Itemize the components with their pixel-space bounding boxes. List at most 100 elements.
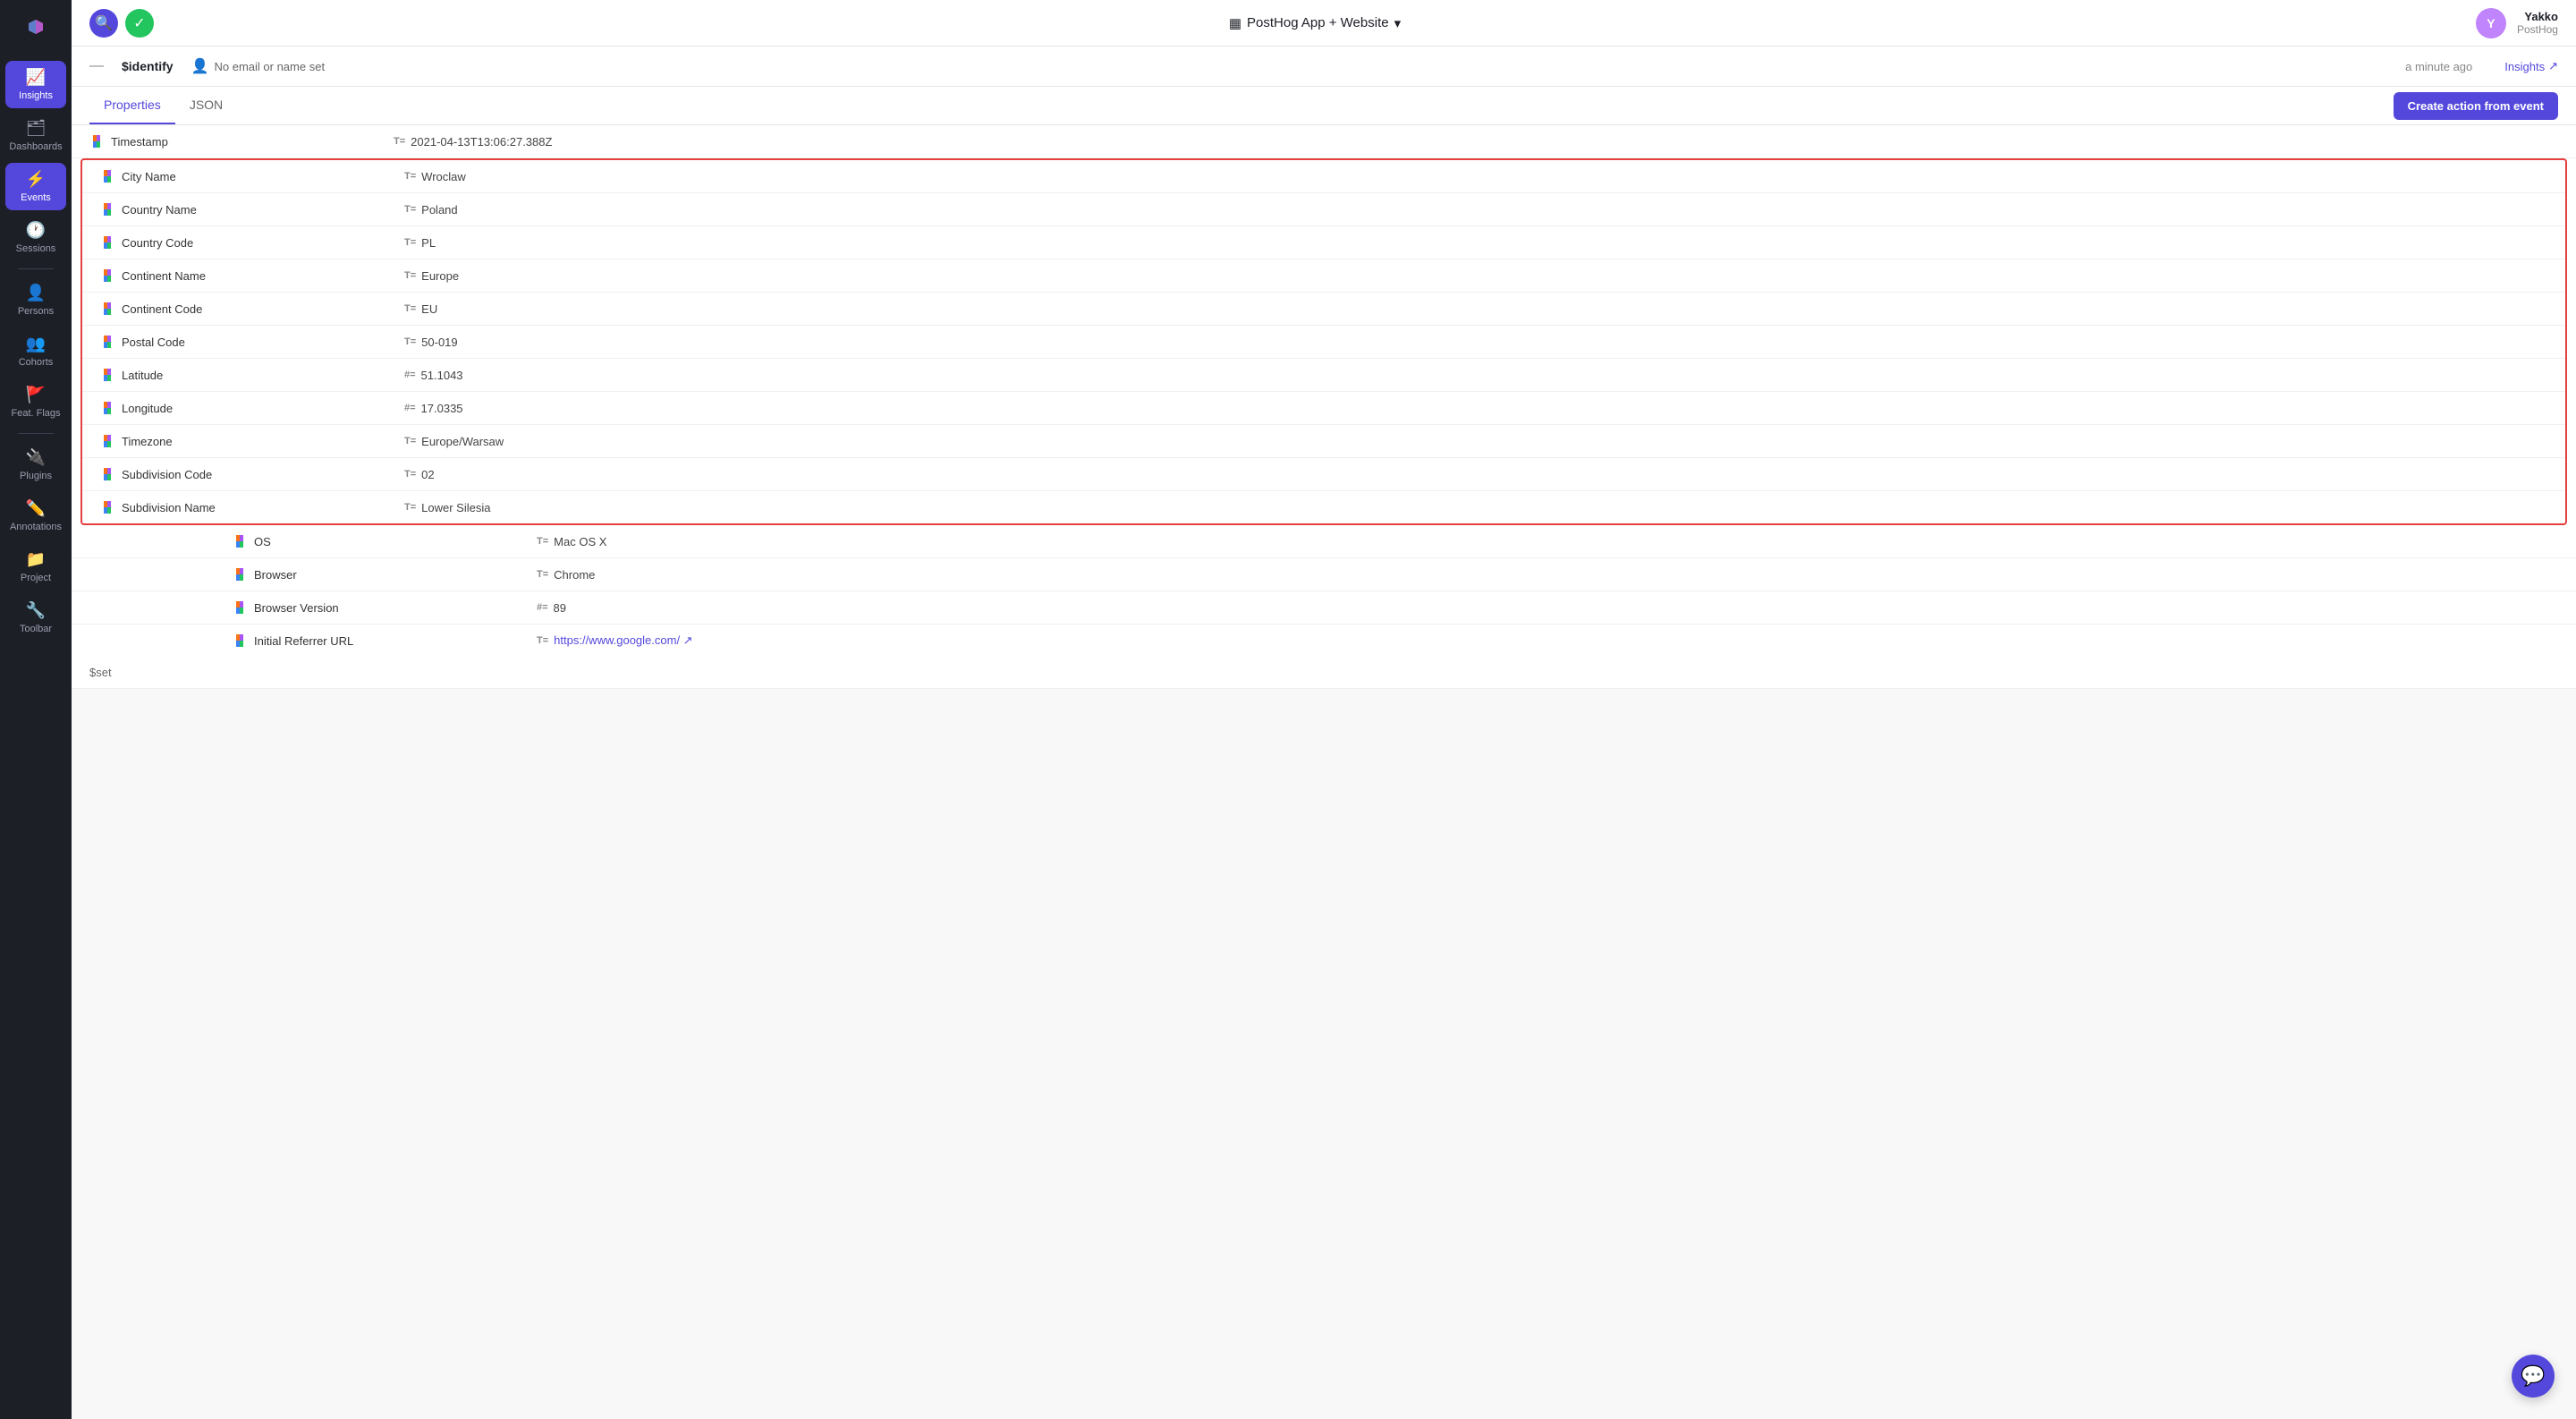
property-icon xyxy=(233,633,247,648)
sidebar-item-annotations[interactable]: ✏️ Annotations xyxy=(5,492,66,540)
collapse-button[interactable]: — xyxy=(89,58,104,74)
dashboards-icon: 🗂 xyxy=(26,119,47,138)
persons-icon: 👤 xyxy=(26,284,46,302)
prop-key: Latitude xyxy=(100,368,404,382)
events-icon: ⚡ xyxy=(26,170,46,189)
sidebar-item-toolbar[interactable]: 🔧 Toolbar xyxy=(5,594,66,642)
type-icon: #= xyxy=(404,403,416,413)
type-icon: T= xyxy=(404,303,416,314)
sidebar-item-sessions[interactable]: 🕐 Sessions xyxy=(5,214,66,261)
project-title: PostHog App + Website xyxy=(1247,15,1389,30)
prop-key: Subdivision Code xyxy=(100,467,404,481)
event-user-label: No email or name set xyxy=(215,60,326,73)
tabs-bar: Properties JSON Create action from event xyxy=(72,87,2576,125)
project-icon: 📁 xyxy=(26,550,46,569)
highlighted-prop-row: Country Code T= PL xyxy=(82,226,2565,259)
prop-key: Postal Code xyxy=(100,335,404,349)
prop-value: T= 50-019 xyxy=(404,336,2547,349)
property-icon xyxy=(100,169,114,183)
search-button[interactable]: 🔍 xyxy=(89,9,118,38)
sidebar-item-plugins[interactable]: 🔌 Plugins xyxy=(5,441,66,489)
property-icon-timestamp xyxy=(89,134,104,149)
other-prop-row: Browser Version #= 89 xyxy=(72,591,2576,625)
property-icon xyxy=(100,268,114,283)
sidebar-item-insights[interactable]: 📈 Insights xyxy=(5,61,66,108)
highlighted-prop-row: Continent Code T= EU xyxy=(82,293,2565,326)
type-icon: T= xyxy=(404,237,416,248)
property-icon xyxy=(100,401,114,415)
prop-key: Continent Code xyxy=(100,302,404,316)
highlighted-prop-row: Continent Name T= Europe xyxy=(82,259,2565,293)
insights-link[interactable]: Insights ↗ xyxy=(2504,59,2558,73)
type-icon: #= xyxy=(537,602,548,613)
sidebar-item-project[interactable]: 📁 Project xyxy=(5,543,66,591)
type-icon: T= xyxy=(404,171,416,182)
user-info: Yakko PostHog xyxy=(2517,10,2558,36)
project-selector[interactable]: ▦ PostHog App + Website ▾ xyxy=(1229,15,1401,31)
event-name: $identify xyxy=(122,59,174,73)
properties-section: Timestamp T= 2021-04-13T13:06:27.388Z Ci… xyxy=(72,125,2576,689)
prop-key: Subdivision Name xyxy=(100,500,404,514)
prop-value: T= https://www.google.com/ ↗ xyxy=(537,633,2558,648)
plugins-icon: 🔌 xyxy=(26,448,46,467)
sidebar-item-events[interactable]: ⚡ Events xyxy=(5,163,66,210)
feat-flags-icon: 🚩 xyxy=(26,386,46,404)
highlighted-prop-row: Subdivision Code T= 02 xyxy=(82,458,2565,491)
prop-value: T= EU xyxy=(404,302,2547,316)
sidebar-item-persons[interactable]: 👤 Persons xyxy=(5,276,66,324)
prop-value: T= Mac OS X xyxy=(537,535,2558,548)
property-icon xyxy=(100,500,114,514)
prop-value: T= Europe/Warsaw xyxy=(404,435,2547,448)
prop-value: T= Lower Silesia xyxy=(404,501,2547,514)
prop-key: OS xyxy=(233,534,537,548)
sidebar-divider-2 xyxy=(18,433,54,434)
highlighted-rows: City Name T= Wroclaw Country Name T= Pol… xyxy=(82,160,2565,523)
content-area: Timestamp T= 2021-04-13T13:06:27.388Z Ci… xyxy=(72,125,2576,1419)
highlighted-prop-row: Latitude #= 51.1043 xyxy=(82,359,2565,392)
type-icon: T= xyxy=(537,536,548,547)
property-icon xyxy=(100,368,114,382)
type-icon: T= xyxy=(404,469,416,480)
toolbar-icon: 🔧 xyxy=(26,601,46,620)
sidebar-item-dashboards[interactable]: 🗂 Dashboards xyxy=(5,112,66,159)
prop-value: T= Chrome xyxy=(537,568,2558,582)
sidebar-item-cohorts[interactable]: 👥 Cohorts xyxy=(5,327,66,375)
person-icon: 👤 xyxy=(191,57,209,75)
external-link-icon: ↗ xyxy=(2548,59,2558,73)
check-button[interactable]: ✓ xyxy=(125,9,154,38)
prop-value: T= 02 xyxy=(404,468,2547,481)
prop-row-timestamp: Timestamp T= 2021-04-13T13:06:27.388Z xyxy=(72,125,2576,158)
prop-key: Browser xyxy=(233,567,537,582)
prop-key: Country Name xyxy=(100,202,404,217)
sessions-icon: 🕐 xyxy=(26,221,46,240)
highlighted-properties-box: City Name T= Wroclaw Country Name T= Pol… xyxy=(80,158,2567,525)
sidebar-item-feat-flags[interactable]: 🚩 Feat. Flags xyxy=(5,378,66,426)
insights-icon: 📈 xyxy=(26,68,46,87)
prop-value-timestamp: T= 2021-04-13T13:06:27.388Z xyxy=(394,135,2558,149)
highlighted-prop-row: Subdivision Name T= Lower Silesia xyxy=(82,491,2565,523)
prop-key: Continent Name xyxy=(100,268,404,283)
avatar[interactable]: Y xyxy=(2476,8,2506,38)
prop-key-timestamp: Timestamp xyxy=(89,134,394,149)
type-icon: T= xyxy=(404,270,416,281)
prop-key: Initial Referrer URL xyxy=(233,633,537,648)
property-icon xyxy=(233,534,247,548)
prop-key: Longitude xyxy=(100,401,404,415)
prop-value: T= Wroclaw xyxy=(404,170,2547,183)
logo[interactable] xyxy=(14,7,57,50)
chat-button[interactable]: 💬 xyxy=(2512,1355,2555,1398)
set-label: $set xyxy=(89,666,215,679)
highlighted-prop-row: Postal Code T= 50-019 xyxy=(82,326,2565,359)
prop-key: Country Code xyxy=(100,235,404,250)
type-icon: T= xyxy=(404,336,416,347)
annotations-icon: ✏️ xyxy=(26,499,46,518)
property-icon xyxy=(100,467,114,481)
tabs: Properties JSON xyxy=(89,87,237,124)
cohorts-icon: 👥 xyxy=(26,335,46,353)
tab-json[interactable]: JSON xyxy=(175,87,237,124)
create-action-button[interactable]: Create action from event xyxy=(2394,92,2558,120)
highlighted-prop-row: Country Name T= Poland xyxy=(82,193,2565,226)
tab-properties[interactable]: Properties xyxy=(89,87,175,124)
other-prop-row: Initial Referrer URL T= https://www.goog… xyxy=(72,625,2576,657)
topbar-right: Y Yakko PostHog xyxy=(2476,8,2558,38)
